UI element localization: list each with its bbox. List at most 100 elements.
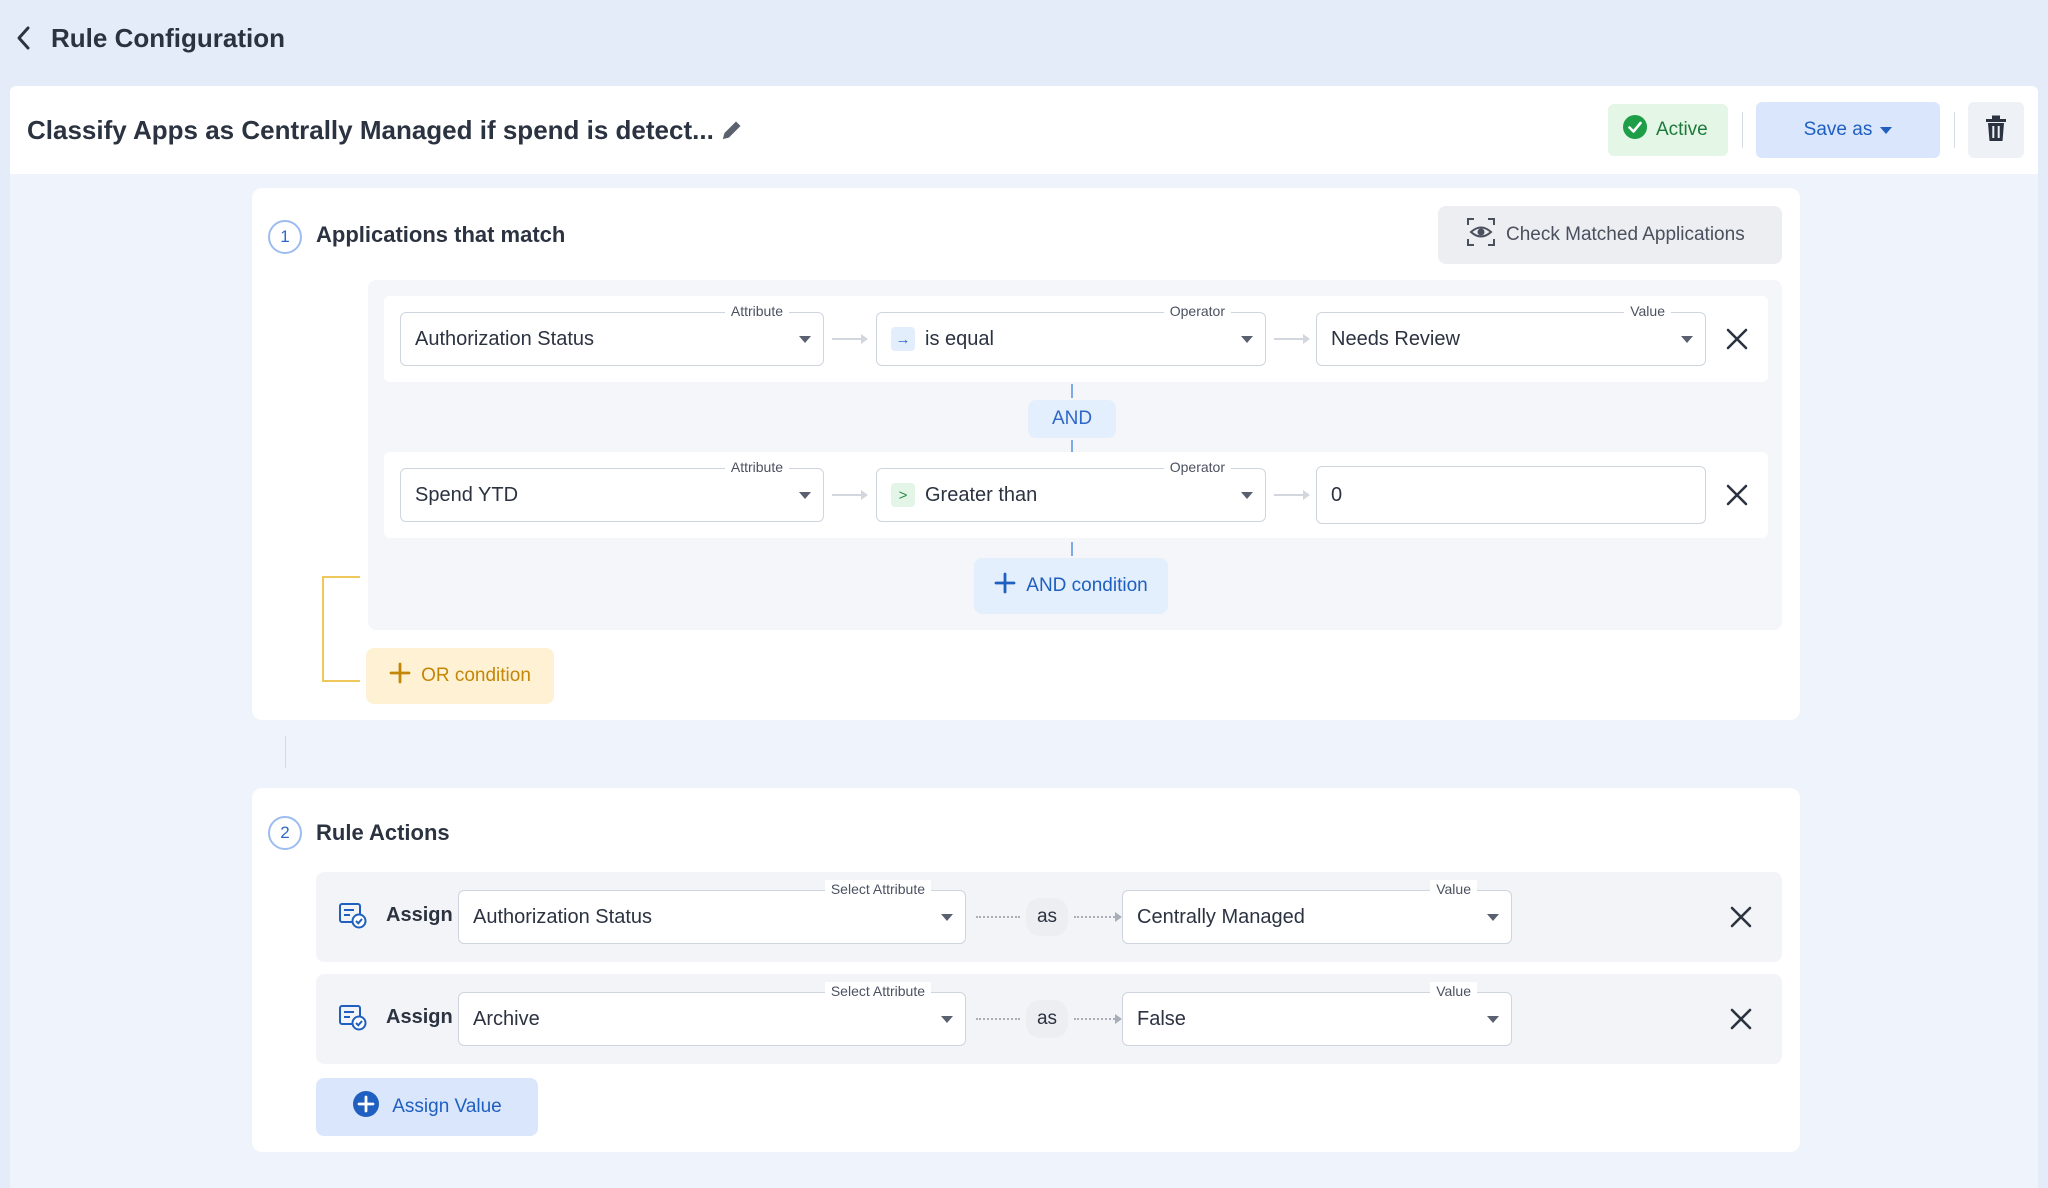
select-attribute-value: Archive — [473, 1007, 540, 1030]
or-bracket-line — [322, 576, 360, 682]
attribute-select[interactable]: Attribute Authorization Status — [400, 302, 824, 366]
arrow-right-icon: → — [891, 327, 915, 351]
caret-down-icon — [799, 336, 811, 343]
dotted-arrow-connector — [1074, 1014, 1122, 1024]
or-condition-label: OR condition — [421, 665, 531, 686]
select-attribute-label: Select Attribute — [824, 880, 931, 898]
value-input[interactable]: 0 — [1316, 466, 1706, 524]
attribute-select[interactable]: Attribute Spend YTD — [400, 458, 824, 522]
pencil-icon[interactable] — [718, 116, 746, 144]
divider — [1742, 112, 1743, 148]
caret-down-icon — [941, 914, 953, 921]
conditions-section: 1 Applications that match Check Matched … — [252, 188, 1800, 720]
conditions-group: Attribute Authorization Status Operator … — [368, 280, 1782, 630]
assign-attribute-icon — [338, 900, 368, 935]
value-label: Value — [1624, 302, 1671, 320]
operator-label: Operator — [1163, 458, 1231, 476]
as-chip: as — [1026, 898, 1068, 936]
arrow-connector — [1274, 334, 1310, 344]
operator-value: Greater than — [925, 483, 1038, 506]
value-input-text: 0 — [1331, 483, 1343, 506]
caret-down-icon — [1241, 492, 1253, 499]
plus-icon — [352, 1090, 380, 1124]
assign-label: Assign — [386, 904, 453, 926]
operator-value-wrap: → is equal — [891, 313, 994, 365]
step-number: 2 — [268, 816, 302, 850]
step-number: 1 — [268, 220, 302, 254]
assign-attribute-icon — [338, 1002, 368, 1037]
plus-icon — [389, 662, 411, 690]
and-chip: AND — [1028, 400, 1116, 438]
caret-down-icon — [1880, 119, 1893, 141]
caret-down-icon — [1487, 1016, 1499, 1023]
condition-row: Attribute Authorization Status Operator … — [384, 296, 1768, 382]
caret-down-icon — [799, 492, 811, 499]
operator-select[interactable]: Operator → is equal — [876, 302, 1266, 366]
caret-down-icon — [941, 1016, 953, 1023]
caret-down-icon — [1681, 336, 1693, 343]
save-as-button[interactable]: Save as — [1756, 102, 1940, 158]
greater-than-icon: > — [891, 483, 915, 507]
close-icon[interactable] — [1722, 480, 1752, 510]
close-icon[interactable] — [1726, 1004, 1756, 1034]
attribute-label: Attribute — [724, 458, 789, 476]
eye-scan-icon — [1466, 217, 1496, 253]
attribute-label: Attribute — [724, 302, 789, 320]
section-title: Rule Actions — [316, 820, 450, 845]
select-attribute[interactable]: Select Attribute Authorization Status — [458, 880, 966, 944]
plus-icon — [994, 572, 1016, 600]
close-icon[interactable] — [1722, 324, 1752, 354]
action-row: Assign Select Attribute Authorization St… — [316, 872, 1782, 962]
value-value: False — [1137, 1007, 1186, 1030]
select-attribute-value: Authorization Status — [473, 905, 652, 928]
dotted-connector — [976, 916, 1020, 918]
select-attribute[interactable]: Select Attribute Archive — [458, 982, 966, 1046]
section-connector — [285, 736, 286, 768]
page-title: Rule Configuration — [51, 23, 285, 53]
trash-icon — [1983, 114, 2009, 147]
assign-label: Assign — [386, 1006, 453, 1028]
add-and-condition-button[interactable]: AND condition — [974, 558, 1168, 614]
top-bar: Rule Configuration — [0, 0, 2048, 86]
caret-down-icon — [1487, 914, 1499, 921]
rule-header: Classify Apps as Centrally Managed if sp… — [10, 86, 2038, 174]
save-as-label: Save as — [1803, 119, 1873, 140]
operator-select[interactable]: Operator > Greater than — [876, 458, 1266, 522]
check-circle-icon — [1622, 114, 1648, 146]
delete-button[interactable] — [1968, 102, 2024, 158]
connector-line — [1071, 440, 1073, 452]
operator-label: Operator — [1163, 302, 1231, 320]
actions-section: 2 Rule Actions Assign Select Attribute A… — [252, 788, 1800, 1152]
value-select[interactable]: Value False — [1122, 982, 1512, 1046]
condition-row: Attribute Spend YTD Operator > Greater t… — [384, 452, 1768, 538]
value-label: Value — [1430, 982, 1477, 1000]
arrow-connector — [832, 334, 868, 344]
arrow-connector — [832, 490, 868, 500]
close-icon[interactable] — [1726, 902, 1756, 932]
value-select[interactable]: Value Needs Review — [1316, 302, 1706, 366]
rule-name: Classify Apps as Centrally Managed if sp… — [27, 115, 714, 145]
assign-value-button[interactable]: Assign Value — [316, 1078, 538, 1136]
chevron-left-icon[interactable] — [12, 22, 36, 54]
divider — [1954, 112, 1955, 148]
add-or-condition-button[interactable]: OR condition — [366, 648, 554, 704]
as-chip: as — [1026, 1000, 1068, 1038]
operator-value: is equal — [925, 327, 994, 350]
select-attribute-label: Select Attribute — [824, 982, 931, 1000]
connector-line — [1071, 542, 1073, 556]
arrow-connector — [1274, 490, 1310, 500]
dotted-connector — [976, 1018, 1020, 1020]
value-label: Value — [1430, 880, 1477, 898]
dotted-arrow-connector — [1074, 912, 1122, 922]
status-badge[interactable]: Active — [1608, 104, 1728, 156]
connector-line — [1071, 384, 1073, 398]
assign-value-label: Assign Value — [392, 1096, 502, 1117]
status-label: Active — [1656, 119, 1708, 140]
and-condition-label: AND condition — [1026, 575, 1148, 596]
section-title: Applications that match — [316, 222, 566, 247]
caret-down-icon — [1241, 336, 1253, 343]
value-value: Needs Review — [1331, 327, 1460, 350]
attribute-value: Spend YTD — [415, 483, 519, 506]
check-matched-applications-button[interactable]: Check Matched Applications — [1438, 206, 1782, 264]
value-select[interactable]: Value Centrally Managed — [1122, 880, 1512, 944]
